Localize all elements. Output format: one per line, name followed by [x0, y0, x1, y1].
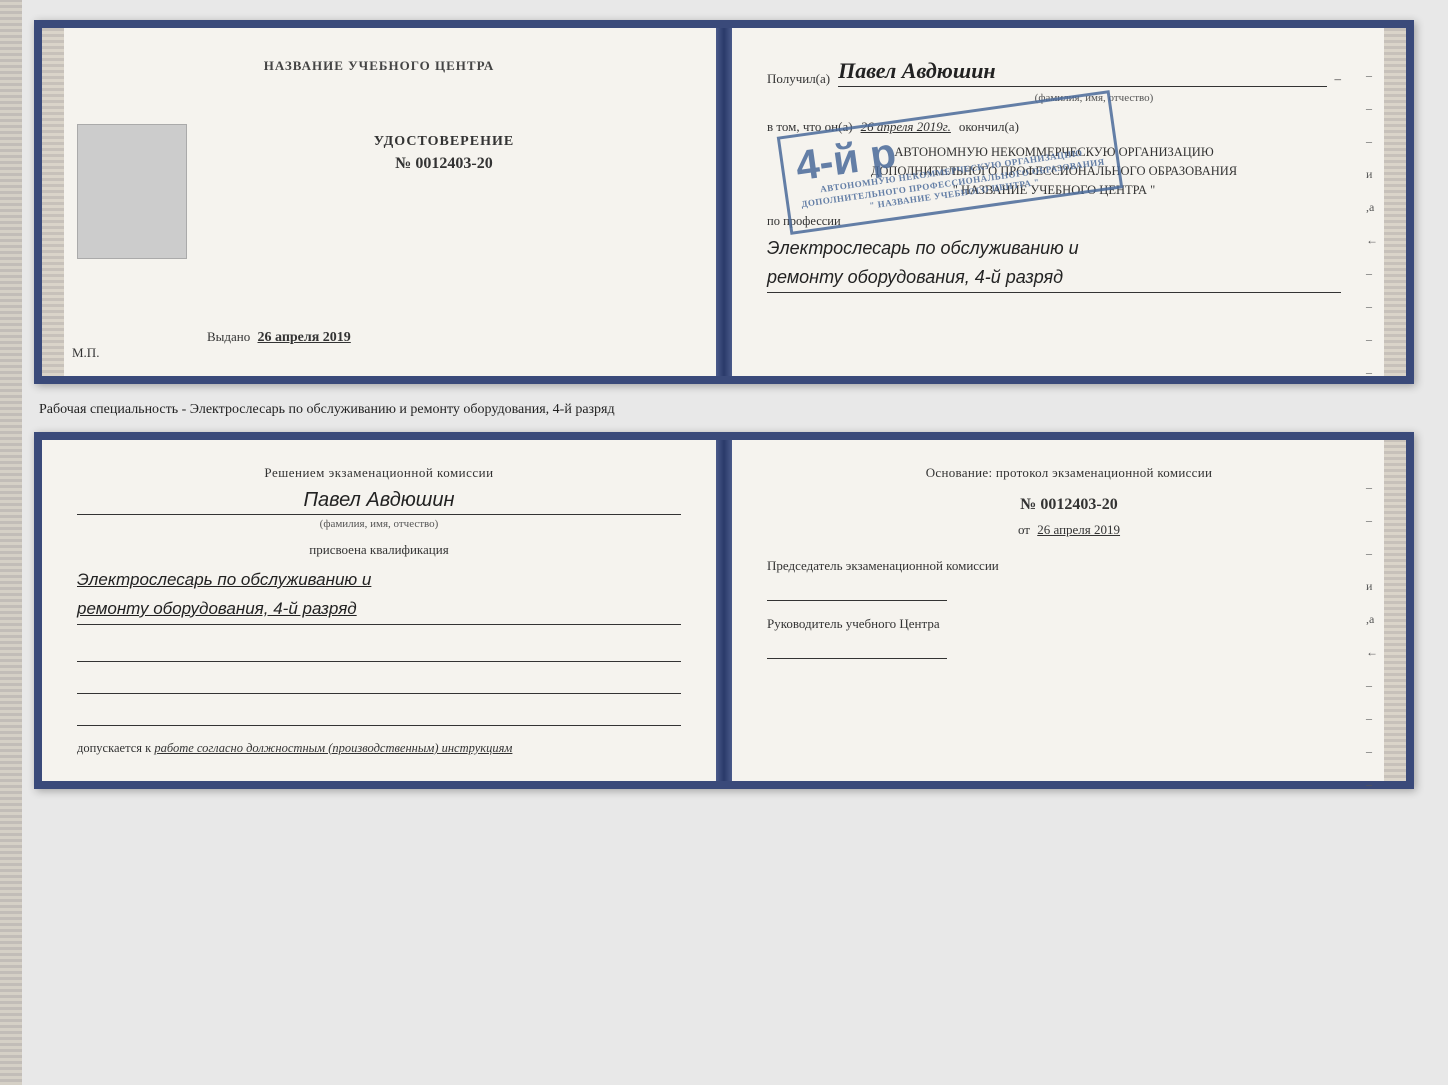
- cert-title-top: НАЗВАНИЕ УЧЕБНОГО ЦЕНТРА: [264, 58, 495, 74]
- bottom-booklet: Решением экзаменационной комиссии Павел …: [34, 432, 1414, 789]
- recipient-line: Получил(а) Павел Авдюшин –: [767, 58, 1341, 87]
- cert-issued: Выдано 26 апреля 2019: [207, 329, 351, 346]
- dash-9: –: [1366, 332, 1378, 347]
- cert-label: УДОСТОВЕРЕНИЕ: [207, 134, 681, 150]
- head-label: Руководитель учебного Центра: [767, 616, 1371, 632]
- dash-right-top: – – – и ,а ← – – – –: [1366, 68, 1378, 380]
- top-booklet: НАЗВАНИЕ УЧЕБНОГО ЦЕНТРА УДОСТОВЕРЕНИЕ №…: [34, 20, 1414, 384]
- qual-line1: Электрослесарь по обслуживанию и: [77, 566, 681, 595]
- dash-8: –: [1366, 299, 1378, 314]
- dash-5: ,а: [1366, 200, 1378, 215]
- qualification-text: Электрослесарь по обслуживанию и ремонту…: [77, 566, 681, 625]
- chairman-sig-line: [767, 579, 947, 601]
- photo-placeholder: [77, 124, 187, 259]
- b-dash-5: ,а: [1366, 612, 1378, 627]
- underlines-section: [77, 640, 681, 726]
- dash-3: –: [1366, 134, 1378, 149]
- recipient-name: Павел Авдюшин: [838, 58, 1326, 87]
- right-texture-bottom: [1384, 440, 1406, 781]
- prof-line2: ремонту оборудования, 4-й разряд: [767, 263, 1341, 292]
- dash-6: ←: [1366, 233, 1378, 248]
- bottom-right-page: Основание: протокол экзаменационной коми…: [732, 440, 1406, 781]
- signature-section: Председатель экзаменационной комиссии Ру…: [767, 558, 1371, 659]
- b-dash-9: –: [1366, 744, 1378, 759]
- dash-10: –: [1366, 365, 1378, 380]
- cert-number: № 0012403-20: [207, 155, 681, 173]
- profession-value: Электрослесарь по обслуживанию и ремонту…: [767, 234, 1341, 293]
- допускается-label: допускается к: [77, 741, 151, 755]
- underline-2: [77, 672, 681, 694]
- assigned-label: присвоена квалификация: [77, 542, 681, 558]
- dash-1: –: [1366, 68, 1378, 83]
- between-text: Рабочая специальность - Электрослесарь п…: [39, 402, 615, 417]
- b-dash-6: ←: [1366, 645, 1378, 660]
- left-middle: УДОСТОВЕРЕНИЕ № 0012403-20: [77, 124, 681, 279]
- protocol-date-val: 26 апреля 2019: [1037, 522, 1120, 537]
- protocol-date: от 26 апреля 2019: [767, 522, 1371, 538]
- vtom-label: в том, что он(а): [767, 119, 853, 135]
- org-line1: АВТОНОМНУЮ НЕКОММЕРЧЕСКУЮ ОРГАНИЗАЦИЮ: [767, 143, 1341, 162]
- left-texture-bottom: [0, 0, 22, 1085]
- chairman-label: Председатель экзаменационной комиссии: [767, 558, 1371, 574]
- b-dash-10: –: [1366, 777, 1378, 792]
- org-name: " НАЗВАНИЕ УЧЕБНОГО ЦЕНТРА ": [767, 181, 1341, 200]
- b-dash-1: –: [1366, 480, 1378, 495]
- org-lines: АВТОНОМНУЮ НЕКОММЕРЧЕСКУЮ ОРГАНИЗАЦИЮ ДО…: [767, 143, 1341, 199]
- osnov-label: Основание: протокол экзаменационной коми…: [767, 465, 1371, 481]
- right-texture-top: [1384, 28, 1406, 376]
- b-dash-8: –: [1366, 711, 1378, 726]
- bottom-spine: [716, 440, 732, 781]
- completed-date: 26 апреля 2019г.: [861, 119, 951, 135]
- person-name-large: Павел Авдюшин: [77, 489, 681, 515]
- issued-label: Выдано: [207, 329, 250, 344]
- head-sig-line: [767, 637, 947, 659]
- допускается-section: допускается к работе согласно должностны…: [77, 741, 681, 756]
- cert-id-section: УДОСТОВЕРЕНИЕ № 0012403-20: [207, 124, 681, 173]
- recipient-dash: –: [1335, 71, 1342, 87]
- dash-4: и: [1366, 167, 1378, 182]
- top-right-page: Получил(а) Павел Авдюшин – (фамилия, имя…: [732, 28, 1406, 376]
- vtom-line: в том, что он(а) 26 апреля 2019г. окончи…: [767, 119, 1341, 135]
- protocol-date-label: от: [1018, 522, 1030, 537]
- top-spine: [716, 28, 732, 376]
- underline-1: [77, 640, 681, 662]
- left-center: НАЗВАНИЕ УЧЕБНОГО ЦЕНТРА УДОСТОВЕРЕНИЕ №…: [77, 58, 681, 346]
- top-left-page: НАЗВАНИЕ УЧЕБНОГО ЦЕНТРА УДОСТОВЕРЕНИЕ №…: [42, 28, 716, 376]
- org-line2: ДОПОЛНИТЕЛЬНОГО ПРОФЕССИОНАЛЬНОГО ОБРАЗО…: [767, 162, 1341, 181]
- fio-subtitle-top: (фамилия, имя, отчество): [847, 92, 1341, 104]
- between-section: Рабочая специальность - Электрослесарь п…: [34, 394, 1414, 422]
- protocol-number: № 0012403-20: [767, 496, 1371, 514]
- mp-label: М.П.: [72, 345, 99, 361]
- dash-right-bottom: – – – и ,а ← – – – –: [1366, 480, 1378, 792]
- dash-7: –: [1366, 266, 1378, 281]
- decision-title: Решением экзаменационной комиссии: [77, 465, 681, 481]
- допускается-value: работе согласно должностным (производств…: [154, 741, 512, 755]
- underline-3: [77, 704, 681, 726]
- right-content: Получил(а) Павел Авдюшин – (фамилия, имя…: [767, 58, 1371, 293]
- page-wrapper: НАЗВАНИЕ УЧЕБНОГО ЦЕНТРА УДОСТОВЕРЕНИЕ №…: [34, 20, 1414, 789]
- issued-date: 26 апреля 2019: [258, 330, 351, 345]
- bottom-left-page: Решением экзаменационной комиссии Павел …: [42, 440, 716, 781]
- b-dash-4: и: [1366, 579, 1378, 594]
- profession-label: по профессии: [767, 214, 1341, 229]
- b-dash-3: –: [1366, 546, 1378, 561]
- fio-small-bottom: (фамилия, имя, отчество): [77, 518, 681, 530]
- prof-line1: Электрослесарь по обслуживанию и: [767, 234, 1341, 263]
- okончил-label: окончил(а): [959, 119, 1019, 135]
- b-dash-7: –: [1366, 678, 1378, 693]
- recipient-label: Получил(а): [767, 71, 830, 87]
- qual-line2: ремонту оборудования, 4-й разряд: [77, 595, 681, 624]
- dash-2: –: [1366, 101, 1378, 116]
- b-dash-2: –: [1366, 513, 1378, 528]
